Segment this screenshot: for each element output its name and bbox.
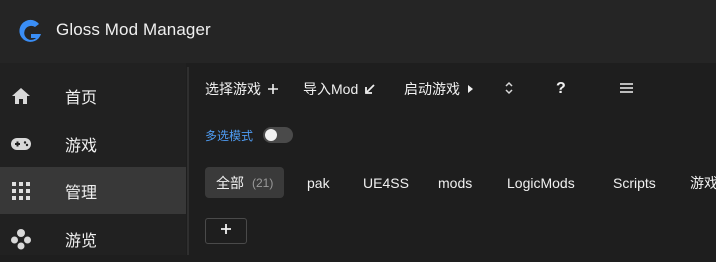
- tag-all[interactable]: 全部 (21): [205, 167, 285, 198]
- tag-label: LogicMods: [507, 174, 575, 191]
- cluster-icon: [10, 228, 32, 250]
- import-arrow-icon: [364, 83, 376, 95]
- chevron-up-down-icon: [504, 80, 514, 99]
- help-button[interactable]: ?: [556, 79, 566, 99]
- tag-label: pak: [307, 174, 330, 191]
- gamepad-icon: [10, 133, 32, 155]
- plus-icon: [220, 222, 232, 240]
- sidebar-item-manage[interactable]: 管理: [0, 167, 186, 214]
- tag-pak[interactable]: pak: [307, 167, 330, 198]
- plus-icon: [267, 83, 279, 95]
- sidebar-item-home[interactable]: 首页: [0, 72, 186, 119]
- tag-label: Scripts: [613, 174, 656, 191]
- multi-select-label: 多选模式: [205, 129, 254, 143]
- tag-logicmods[interactable]: LogicMods: [507, 167, 575, 198]
- menu-icon: [619, 81, 634, 97]
- app-logo-icon: [19, 19, 41, 42]
- sidebar-item-label: 管理: [65, 184, 98, 202]
- title-bar: Gloss Mod Manager: [0, 0, 716, 63]
- select-game-button[interactable]: 选择游戏: [205, 79, 279, 99]
- help-label: ?: [556, 80, 566, 97]
- sidebar-item-games[interactable]: 游戏: [0, 120, 186, 167]
- tag-label: 游戏: [690, 174, 716, 191]
- tag-label: mods: [438, 174, 473, 191]
- play-arrow-icon: [466, 84, 474, 94]
- launch-game-button[interactable]: 启动游戏: [404, 79, 474, 99]
- app-title: Gloss Mod Manager: [56, 20, 211, 39]
- tag-label: 全部: [216, 174, 244, 191]
- tag-mods[interactable]: mods: [438, 167, 472, 198]
- tag-ue4ss[interactable]: UE4SS: [363, 167, 409, 198]
- tag-scripts[interactable]: Scripts: [613, 167, 656, 198]
- main-panel: 选择游戏 导入Mod 启动游戏 ? 多选模式 全部 (21) pak UE4SS…: [190, 63, 716, 255]
- sidebar-item-label: 游戏: [65, 137, 98, 155]
- sidebar-divider: [187, 67, 189, 255]
- launch-game-label: 启动游戏: [404, 81, 460, 97]
- toggle-knob: [265, 129, 277, 141]
- import-mod-button[interactable]: 导入Mod: [303, 79, 376, 99]
- launch-options-button[interactable]: [504, 79, 514, 99]
- tag-label: UE4SS: [363, 174, 409, 191]
- multi-select-toggle[interactable]: [263, 127, 293, 143]
- sidebar-item-label: 首页: [65, 89, 98, 107]
- home-icon: [10, 85, 32, 107]
- menu-button[interactable]: [619, 79, 634, 99]
- sidebar: 首页 游戏 管理 游览: [0, 63, 186, 255]
- tag-count: (21): [252, 175, 274, 190]
- grid-icon: [10, 180, 32, 202]
- add-tag-button[interactable]: [205, 218, 247, 244]
- select-game-label: 选择游戏: [205, 81, 261, 97]
- tag-games[interactable]: 游戏: [690, 167, 716, 198]
- sidebar-item-label: 游览: [65, 232, 98, 250]
- import-mod-label: 导入Mod: [303, 81, 359, 97]
